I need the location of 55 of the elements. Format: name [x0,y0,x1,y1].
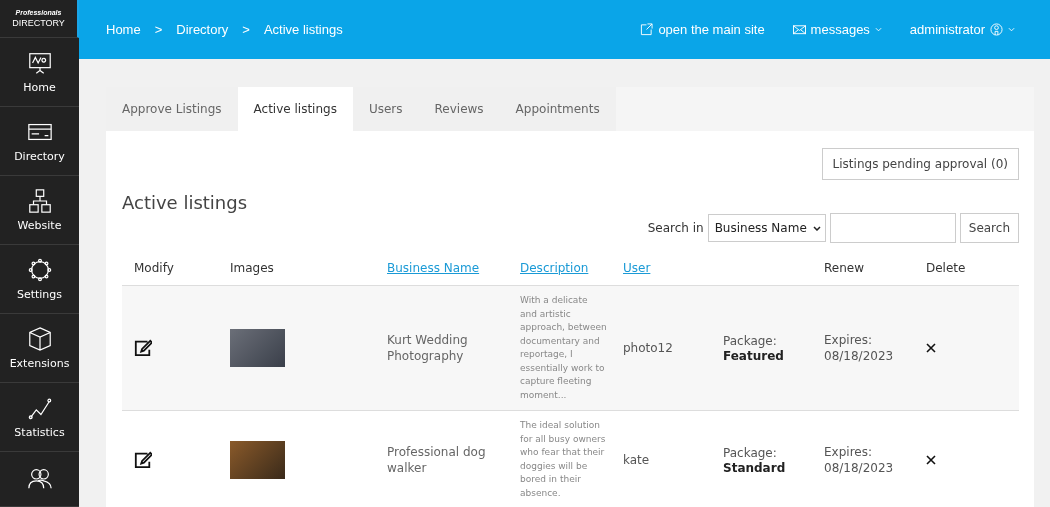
username: kate [623,451,650,468]
user-icon [990,23,1003,36]
search-label: Search in [647,221,704,235]
tab[interactable]: Reviews [418,87,500,131]
caret-icon [874,27,882,32]
sitemap-icon [26,188,53,214]
close-icon[interactable] [926,343,936,353]
photo-placeholder [230,329,285,367]
pending-approval-button[interactable]: Listings pending approval (0) [821,148,1019,180]
breadcrumb-link[interactable]: Directory [176,22,229,37]
column-header: Images [230,261,274,275]
package-name: Featured [723,349,784,363]
tab[interactable]: Approve Listings [106,87,238,131]
listing-description: With a delicate and artistic approach, between documentary and reportage, I essentially work to capture fleeting moment... [520,294,607,402]
column-header: Renew [824,261,864,275]
listing-description: The ideal solution for all busy owners who fear that their doggies will be bored in their absence. [520,419,607,500]
header-link[interactable]: open the main site [640,22,765,37]
breadcrumb-separator: > [154,22,163,37]
mail-icon [792,23,806,36]
expiry-date: Expires: 08/18/2023 [824,332,895,364]
column-header: Delete [926,261,966,275]
username: photo12 [623,340,673,356]
breadcrumb-link[interactable]: Active listings [263,22,343,37]
package-label: Package: [723,444,777,461]
tab[interactable]: Users [352,87,419,131]
sortable-column-header[interactable]: Business Name [387,261,480,275]
header-link[interactable]: messages [792,22,882,37]
breadcrumb-link[interactable]: Home [106,22,141,37]
breadcrumb-separator: > [242,22,250,37]
logo-title: DIRECTORY [12,18,65,28]
search-field-dropdown[interactable]: Business Name [707,214,826,242]
package-name: Standard [723,460,786,475]
search-button[interactable]: Search [959,213,1019,243]
presentation-board-icon [26,50,53,76]
photo-placeholder [230,440,285,479]
external-link-icon [640,23,654,36]
package-label: Package: [723,333,777,349]
caret-icon [1008,27,1015,32]
close-icon[interactable] [926,454,936,465]
edit-icon[interactable] [134,339,152,357]
settings-icon [26,257,53,283]
cube-icon [26,326,53,352]
expiry-date: Expires: 08/18/2023 [824,443,895,476]
sortable-column-header[interactable]: User [623,261,651,275]
edit-icon[interactable] [134,450,152,469]
sortable-column-header[interactable]: Description [520,261,589,275]
caret-icon [812,225,821,231]
tab[interactable]: Active listings [237,87,353,131]
business-name: Professional dog walker [387,443,487,476]
tab[interactable]: Appointments [499,87,616,131]
page-heading: Active listings [122,192,249,213]
search-input[interactable] [829,213,956,243]
column-header: Modify [134,261,174,275]
header-link[interactable]: administrator [909,22,1015,37]
business-name: Kurt Wedding Photography [387,332,469,364]
